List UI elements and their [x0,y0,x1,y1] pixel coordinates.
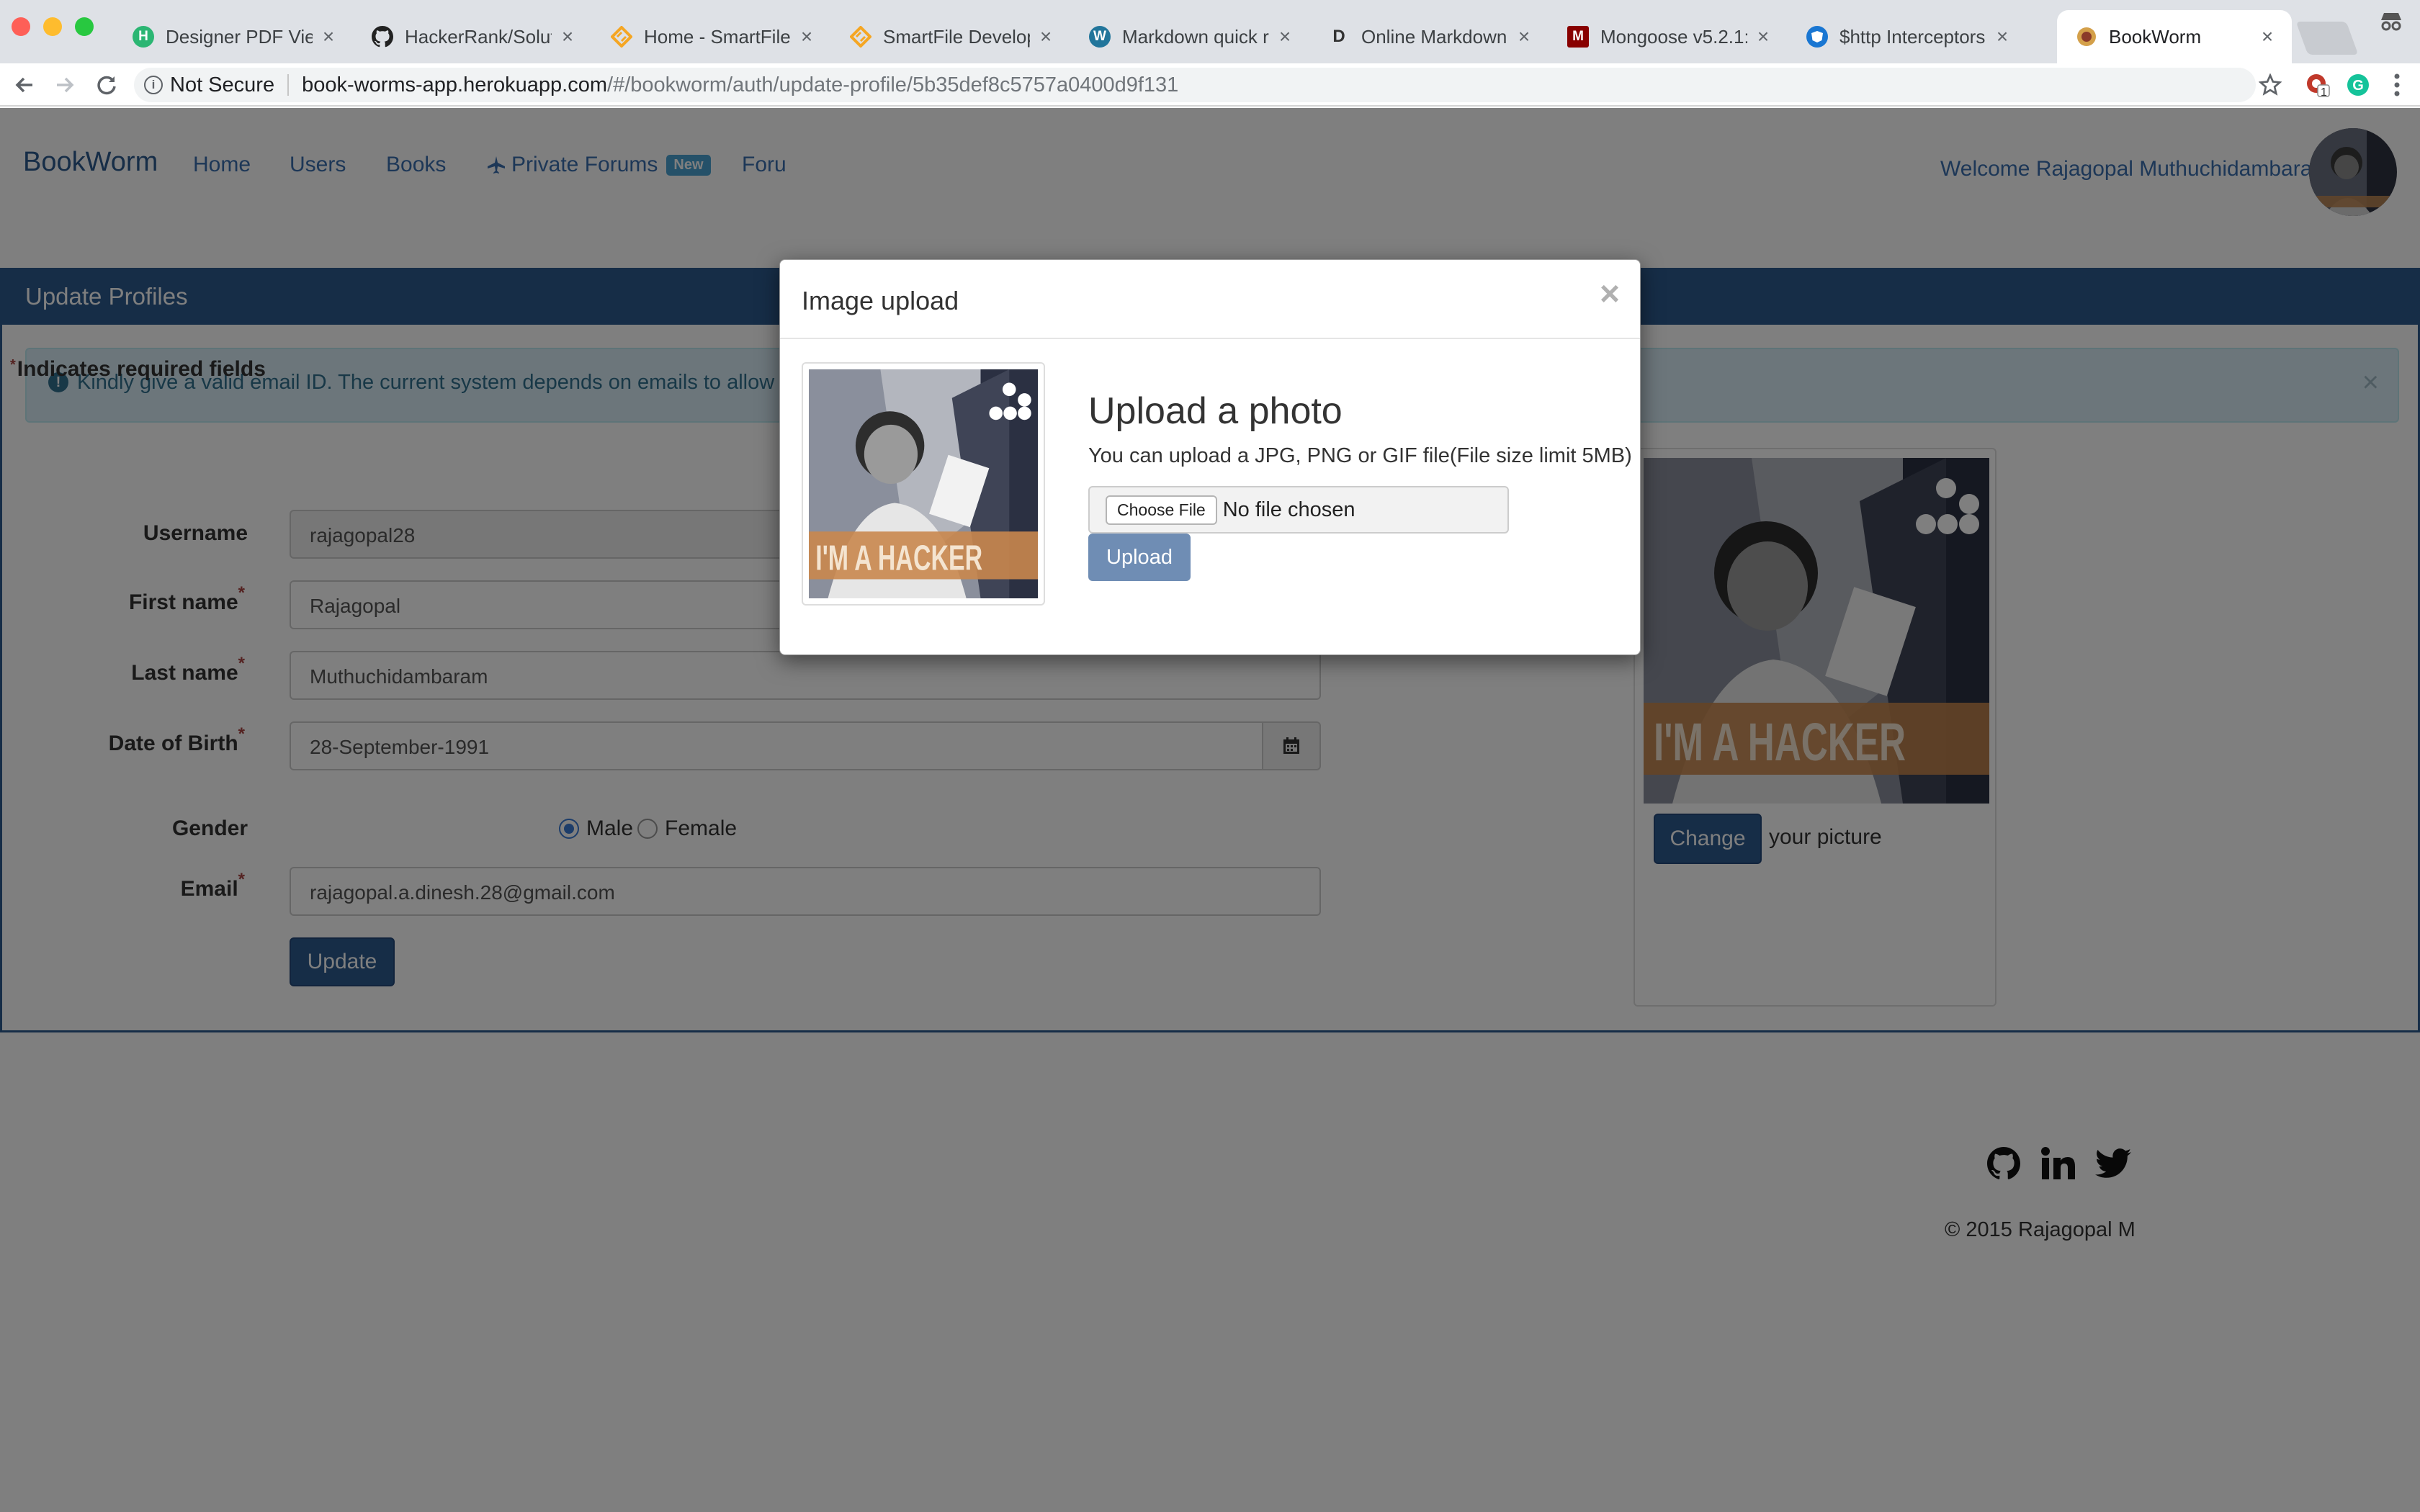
smartfile-icon [611,26,632,48]
forward-arrow-icon [57,77,74,93]
tab-title: BookWorm [2109,25,2202,48]
upload-heading: Upload a photo [1088,390,1343,432]
browser-tab-bar: H Designer PDF Viewe × HackerRank/Soluti… [0,0,2420,63]
modal-header: Image upload × [780,260,1640,339]
upload-button[interactable]: Upload [1088,534,1191,581]
reload-icon [97,76,116,95]
modal-title: Image upload [802,286,959,315]
extension-badge: 1 [2321,86,2327,99]
photo-banner-text: I'M A HACKER [815,539,982,577]
mongoose-icon: M [1567,26,1589,48]
browser-tab[interactable]: W Markdown quick ref × [1070,10,1309,63]
grammarly-icon[interactable]: G [2342,69,2374,101]
close-tab-icon[interactable]: × [1753,25,1773,48]
reload-button[interactable] [91,69,122,101]
tab-title: Home - SmartFile D [644,25,791,48]
tab-title: Designer PDF Viewe [166,25,313,48]
close-tab-icon[interactable]: × [1275,25,1295,48]
security-label[interactable]: Not Secure [170,73,274,97]
angular-icon [1806,26,1828,48]
forward-button[interactable] [49,69,81,101]
browser-tab[interactable]: SmartFile Developer × [831,10,1070,63]
tab-title: $http Interceptors - [1839,25,1986,48]
upload-hint: You can upload a JPG, PNG or GIF file(Fi… [1088,444,1632,467]
tab-title: Markdown quick ref [1122,25,1269,48]
smartfile-icon [850,26,871,48]
choose-file-button[interactable]: Choose File [1106,495,1217,525]
close-tab-icon[interactable]: × [318,25,339,48]
maximize-window-button[interactable] [75,17,94,36]
browser-tab[interactable]: $http Interceptors - × [1788,10,2027,63]
url-host[interactable]: book-worms-app.herokuapp.com [302,73,607,97]
browser-tab[interactable]: Home - SmartFile D × [592,10,831,63]
bookmark-star-icon[interactable] [2254,69,2286,101]
browser-tab[interactable]: H Designer PDF Viewe × [114,10,353,63]
tab-title: Mongoose v5.2.1: Q [1600,25,1747,48]
tab-title: SmartFile Developer [883,25,1030,48]
browser-tab[interactable]: M Mongoose v5.2.1: Q × [1549,10,1788,63]
no-file-label: No file chosen [1222,498,1355,521]
github-icon [372,26,393,48]
modal-close-icon[interactable]: × [1600,274,1620,314]
close-tab-icon[interactable]: × [1992,25,2012,48]
incognito-icon [2378,10,2404,32]
back-arrow-icon [15,77,32,93]
minimize-window-button[interactable] [43,17,62,36]
info-icon[interactable]: i [144,76,163,94]
browser-tab[interactable]: D Online Markdown Ed × [1309,10,1549,63]
browser-toolbar: i Not Secure book-worms-app.herokuapp.co… [0,63,2420,107]
menu-dots-icon[interactable] [2381,69,2413,101]
tab-title: HackerRank/Solutio [405,25,552,48]
close-tab-icon[interactable]: × [1514,25,1534,48]
svg-text:G: G [2352,78,2364,94]
modal-backdrop[interactable]: Image upload × I'M A HACKER Upload a pho… [0,108,2420,1512]
url-path[interactable]: /#/bookworm/auth/update-profile/5b35def8… [607,73,1178,97]
image-upload-modal: Image upload × I'M A HACKER Upload a pho… [779,259,1641,655]
dillinger-icon: D [1332,27,1345,46]
close-tab-icon[interactable]: × [557,25,578,48]
back-button[interactable] [9,69,40,101]
modal-photo-preview: I'M A HACKER [802,362,1045,606]
close-tab-icon[interactable]: × [2257,25,2277,48]
bookworm-icon [2076,26,2097,48]
hackerrank-icon: H [133,26,154,48]
close-tab-icon[interactable]: × [1036,25,1056,48]
close-tab-icon[interactable]: × [797,25,817,48]
browser-tab-active[interactable]: BookWorm × [2057,10,2292,63]
wordpress-icon: W [1089,26,1111,48]
new-tab-button[interactable] [2295,22,2359,55]
browser-tab[interactable]: HackerRank/Solutio × [353,10,592,63]
address-bar[interactable]: i Not Secure book-worms-app.herokuapp.co… [134,68,2256,102]
tab-title: Online Markdown Ed [1361,25,1508,48]
file-input[interactable]: Choose File No file chosen [1088,486,1509,534]
divider [287,74,290,96]
extension-icon[interactable]: 1 [2302,69,2334,101]
close-window-button[interactable] [12,17,30,36]
